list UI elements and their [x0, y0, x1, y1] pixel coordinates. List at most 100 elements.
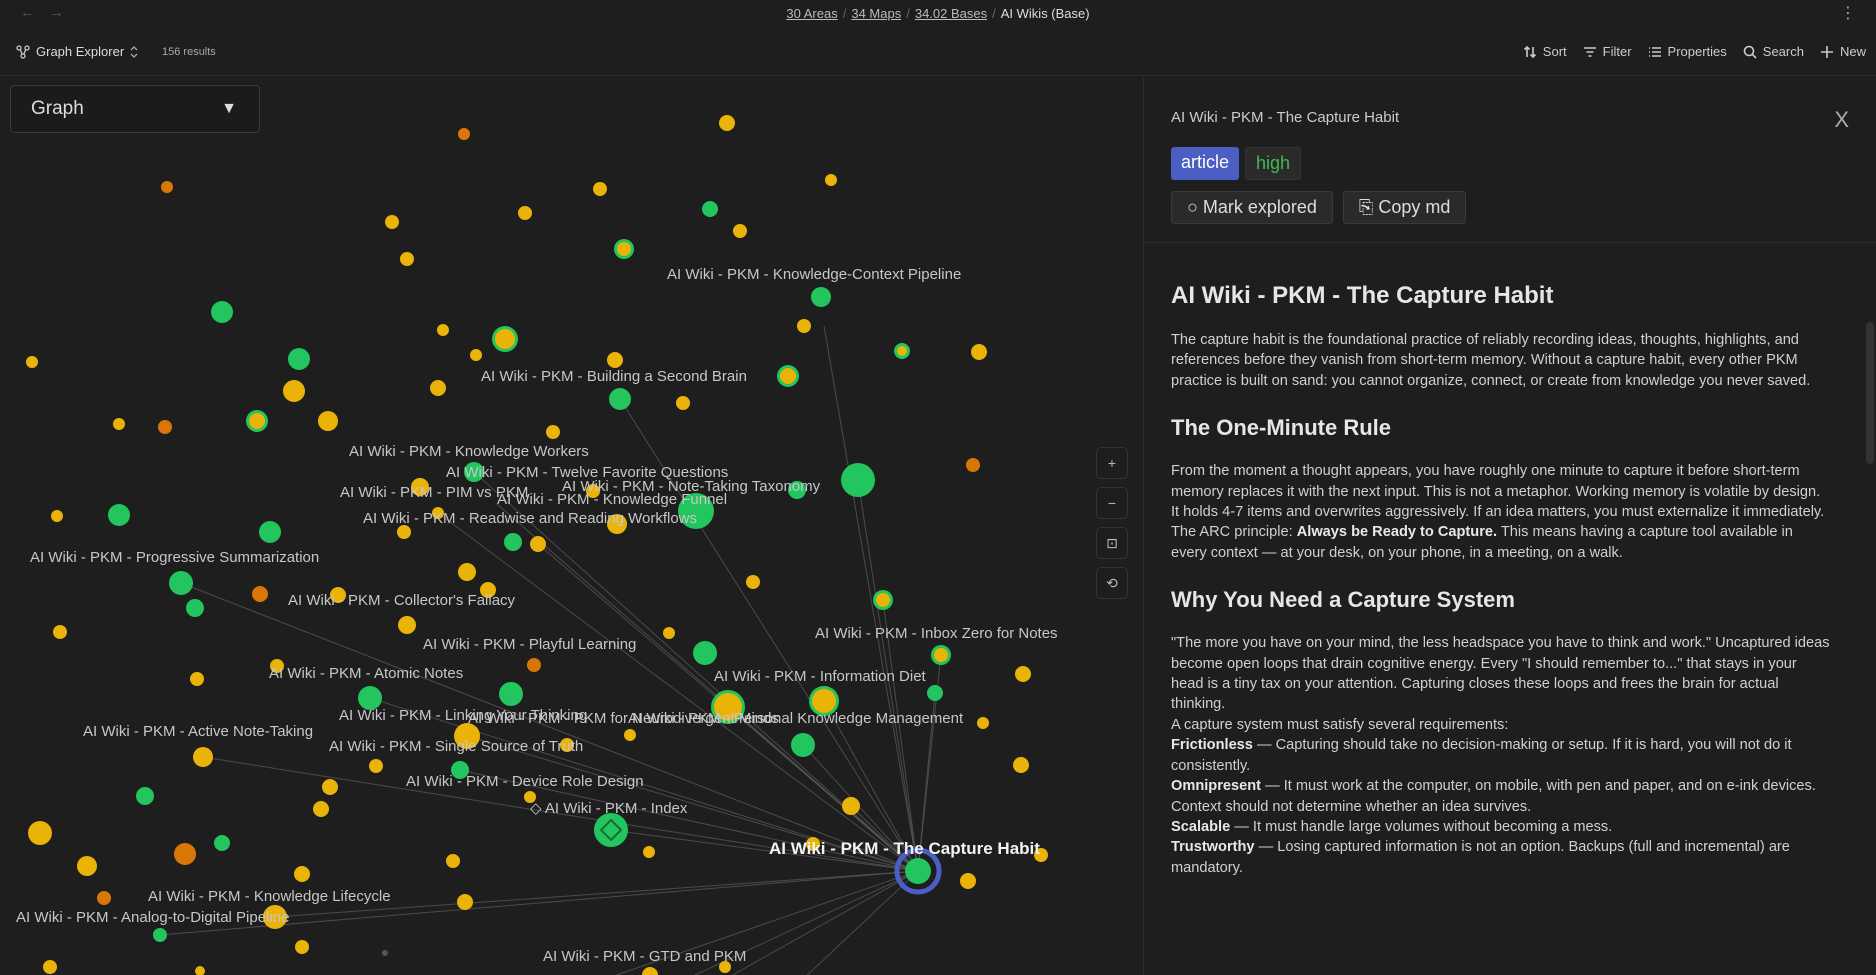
graph-node[interactable]	[842, 797, 860, 815]
graph-node[interactable]	[966, 458, 980, 472]
graph-node[interactable]	[643, 846, 655, 858]
graph-node[interactable]	[369, 759, 383, 773]
node-label[interactable]: AI Wiki - PKM - Device Role Design	[406, 773, 644, 790]
graph-node[interactable]	[518, 206, 532, 220]
node-label[interactable]: AI Wiki - PKM - Collector's Fallacy	[288, 592, 516, 609]
graph-node[interactable]	[385, 215, 399, 229]
graph-node[interactable]	[470, 349, 482, 361]
graph-node[interactable]	[971, 344, 987, 360]
graph-node[interactable]	[446, 854, 460, 868]
graph-node[interactable]	[51, 510, 63, 522]
node-label[interactable]: AI Wiki - PKM - Inbox Zero for Notes	[815, 625, 1058, 642]
graph-node[interactable]	[161, 181, 173, 193]
graph-node[interactable]	[504, 533, 522, 551]
graph-node[interactable]	[527, 658, 541, 672]
graph-node[interactable]	[400, 252, 414, 266]
graph-node[interactable]	[607, 352, 623, 368]
graph-node[interactable]	[437, 324, 449, 336]
active-node[interactable]	[905, 858, 931, 884]
graph-node[interactable]	[825, 174, 837, 186]
graph-node[interactable]	[977, 717, 989, 729]
node-label[interactable]: AI Wiki - PKM - Active Note-Taking	[83, 723, 313, 740]
graph-node[interactable]	[158, 420, 172, 434]
graph-view[interactable]: AI Wiki - PKM - Knowledge-Context Pipeli…	[0, 77, 1143, 975]
zoom-in-button[interactable]: +	[1096, 447, 1128, 479]
reset-view-button[interactable]: ⟲	[1096, 567, 1128, 599]
properties-button[interactable]: Properties	[1648, 44, 1727, 59]
graph-node[interactable]	[26, 356, 38, 368]
graph-node[interactable]	[457, 894, 473, 910]
graph-node[interactable]	[318, 411, 338, 431]
tag-priority[interactable]: high	[1245, 147, 1302, 180]
graph-node[interactable]	[136, 787, 154, 805]
graph-node[interactable]	[430, 380, 446, 396]
copy-md-button[interactable]: ⎘ Copy md	[1342, 191, 1467, 224]
graph-node[interactable]	[702, 201, 718, 217]
sort-button[interactable]: Sort	[1523, 44, 1567, 59]
node-label[interactable]: ◇ AI Wiki - PKM - Index	[530, 800, 688, 817]
graph-node[interactable]	[53, 625, 67, 639]
graph-node[interactable]	[676, 396, 690, 410]
graph-node[interactable]	[398, 616, 416, 634]
panel-scrollbar[interactable]	[1866, 322, 1874, 464]
graph-node[interactable]	[214, 835, 230, 851]
graph-node[interactable]	[186, 599, 204, 617]
node-label[interactable]: AI Wiki - PKM - Personal Knowledge Manag…	[628, 710, 964, 727]
graph-node[interactable]	[719, 115, 735, 131]
search-button[interactable]: Search	[1743, 44, 1804, 59]
filter-button[interactable]: Filter	[1583, 44, 1632, 59]
graph-node[interactable]	[190, 672, 204, 686]
tag-article[interactable]: article	[1171, 147, 1240, 180]
graph-node[interactable]	[195, 966, 205, 975]
graph-node[interactable]	[797, 319, 811, 333]
graph-node[interactable]	[153, 928, 167, 942]
zoom-out-button[interactable]: −	[1096, 487, 1128, 519]
node-label[interactable]: AI Wiki - PKM - Knowledge Workers	[349, 443, 589, 460]
node-label[interactable]: AI Wiki - PKM - Knowledge Lifecycle	[148, 888, 391, 905]
node-label[interactable]: AI Wiki - PKM - Progressive Summarizatio…	[30, 549, 319, 566]
graph-node[interactable]	[174, 843, 196, 865]
breadcrumb-bases[interactable]: 34.02 Bases	[915, 6, 987, 21]
graph-node[interactable]	[1013, 757, 1029, 773]
graph-node[interactable]	[288, 348, 310, 370]
mark-explored-button[interactable]: ○ Mark explored	[1171, 191, 1333, 224]
node-label[interactable]: AI Wiki - PKM - GTD and PKM	[543, 948, 746, 965]
fit-view-button[interactable]: ⊡	[1096, 527, 1128, 559]
graph-node[interactable]	[252, 586, 268, 602]
graph-node[interactable]	[546, 425, 560, 439]
graph-node[interactable]	[259, 521, 281, 543]
graph-node[interactable]	[43, 960, 57, 974]
graph-node[interactable]	[211, 301, 233, 323]
graph-node[interactable]	[77, 856, 97, 876]
index-node[interactable]	[594, 813, 628, 847]
new-button[interactable]: New	[1820, 44, 1866, 59]
graph-node[interactable]	[169, 571, 193, 595]
graph-node[interactable]	[108, 504, 130, 526]
view-switcher[interactable]: Graph Explorer	[16, 44, 138, 59]
node-label[interactable]: AI Wiki - PKM - Readwise and Reading Wor…	[363, 510, 697, 527]
graph-node[interactable]	[295, 940, 309, 954]
graph-node[interactable]	[841, 463, 875, 497]
node-label[interactable]: AI Wiki - PKM - Building a Second Brain	[481, 368, 747, 385]
breadcrumb-areas[interactable]: 30 Areas	[786, 6, 837, 21]
graph-node[interactable]	[397, 525, 411, 539]
graph-node[interactable]	[811, 287, 831, 307]
graph-canvas[interactable]: AI Wiki - PKM - Knowledge-Context Pipeli…	[0, 77, 1143, 975]
node-label[interactable]: AI Wiki - PKM - Knowledge Funnel	[497, 491, 727, 508]
graph-node[interactable]	[294, 866, 310, 882]
node-label[interactable]: AI Wiki - PKM - Knowledge-Context Pipeli…	[667, 266, 961, 283]
graph-node[interactable]	[458, 128, 470, 140]
graph-node[interactable]	[609, 388, 631, 410]
graph-node[interactable]	[593, 182, 607, 196]
graph-node[interactable]	[530, 536, 546, 552]
node-label[interactable]: AI Wiki - PKM - Single Source of Truth	[329, 738, 583, 755]
node-label[interactable]: AI Wiki - PKM - Atomic Notes	[269, 665, 463, 682]
node-label[interactable]: AI Wiki - PKM - Information Diet	[714, 668, 927, 685]
graph-node[interactable]	[642, 967, 658, 975]
node-label[interactable]: AI Wiki - PKM - Playful Learning	[423, 636, 636, 653]
close-icon[interactable]: X	[1834, 107, 1849, 133]
more-options-icon[interactable]: ⋮	[1840, 3, 1856, 23]
graph-node[interactable]	[733, 224, 747, 238]
graph-node[interactable]	[283, 380, 305, 402]
graph-node[interactable]	[193, 747, 213, 767]
